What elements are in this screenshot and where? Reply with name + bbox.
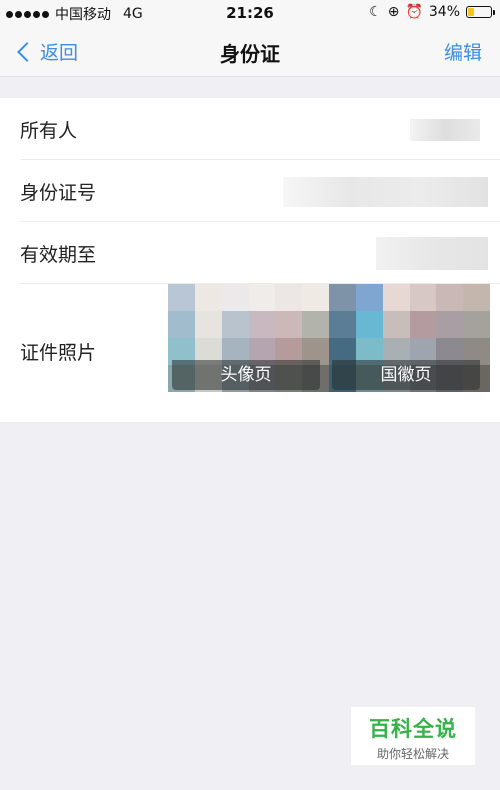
row-photos: 证件照片 头像页 国徽页 — [0, 284, 500, 422]
redaction-pixel — [329, 284, 356, 311]
back-photo-button[interactable]: 国徽页 — [332, 360, 480, 390]
redaction-pixel — [463, 284, 490, 311]
watermark-logo: 百科全说 助你轻松解决 — [351, 707, 475, 765]
id-card-details: 所有人 身份证号 有效期至 证件照片 头像页 国徽页 — [0, 98, 500, 422]
redaction-pixel — [355, 311, 383, 338]
redaction-pixel — [302, 311, 329, 338]
redaction-pixel — [168, 284, 195, 311]
redaction-pixel — [382, 311, 410, 338]
owner-value-redacted — [410, 119, 480, 141]
redaction-pixel — [463, 311, 490, 338]
row-expiry: 有效期至 — [20, 222, 500, 284]
status-right: ☾ ⊕ ⏰ 34% — [369, 4, 495, 20]
row-id-number: 身份证号 — [20, 160, 500, 222]
battery-icon — [466, 6, 495, 18]
redaction-pixel — [409, 284, 437, 311]
redaction-pixel — [302, 284, 329, 311]
front-photo-button[interactable]: 头像页 — [172, 360, 320, 390]
expiry-value-redacted — [376, 237, 488, 270]
moon-icon: ☾ — [369, 4, 382, 20]
row-owner: 所有人 — [20, 98, 500, 160]
page-title: 身份证 — [220, 42, 280, 66]
rotation-lock-icon: ⊕ — [387, 4, 400, 20]
expiry-label: 有效期至 — [20, 244, 97, 266]
redaction-pixel — [221, 284, 249, 311]
status-bar: 中国移动 4G 21:26 ☾ ⊕ ⏰ 34% — [0, 0, 500, 26]
battery-percent: 34% — [428, 4, 460, 20]
redaction-pixel — [248, 284, 276, 311]
redaction-pixel — [409, 311, 437, 338]
redaction-pixel — [248, 311, 276, 338]
photos-label: 证件照片 — [20, 342, 97, 364]
owner-label: 所有人 — [20, 120, 78, 142]
redaction-pixel — [194, 311, 222, 338]
watermark-subtitle: 助你轻松解决 — [376, 747, 449, 761]
redaction-pixel — [436, 311, 464, 338]
watermark-title: 百科全说 — [369, 717, 457, 741]
redaction-pixel — [329, 311, 356, 338]
redaction-pixel — [355, 284, 383, 311]
navigation-bar: 返回 身份证 编辑 — [0, 26, 500, 77]
redaction-pixel — [275, 284, 303, 311]
alarm-icon: ⏰ — [405, 4, 423, 20]
id-number-value-redacted — [283, 177, 488, 207]
redaction-pixel — [436, 284, 464, 311]
redaction-pixel — [168, 311, 195, 338]
redaction-pixel — [275, 311, 303, 338]
redaction-pixel — [221, 311, 249, 338]
redaction-pixel — [194, 284, 222, 311]
id-number-label: 身份证号 — [20, 182, 97, 204]
redaction-pixel — [382, 284, 410, 311]
edit-button[interactable]: 编辑 — [444, 38, 482, 65]
battery-fill — [468, 8, 475, 16]
